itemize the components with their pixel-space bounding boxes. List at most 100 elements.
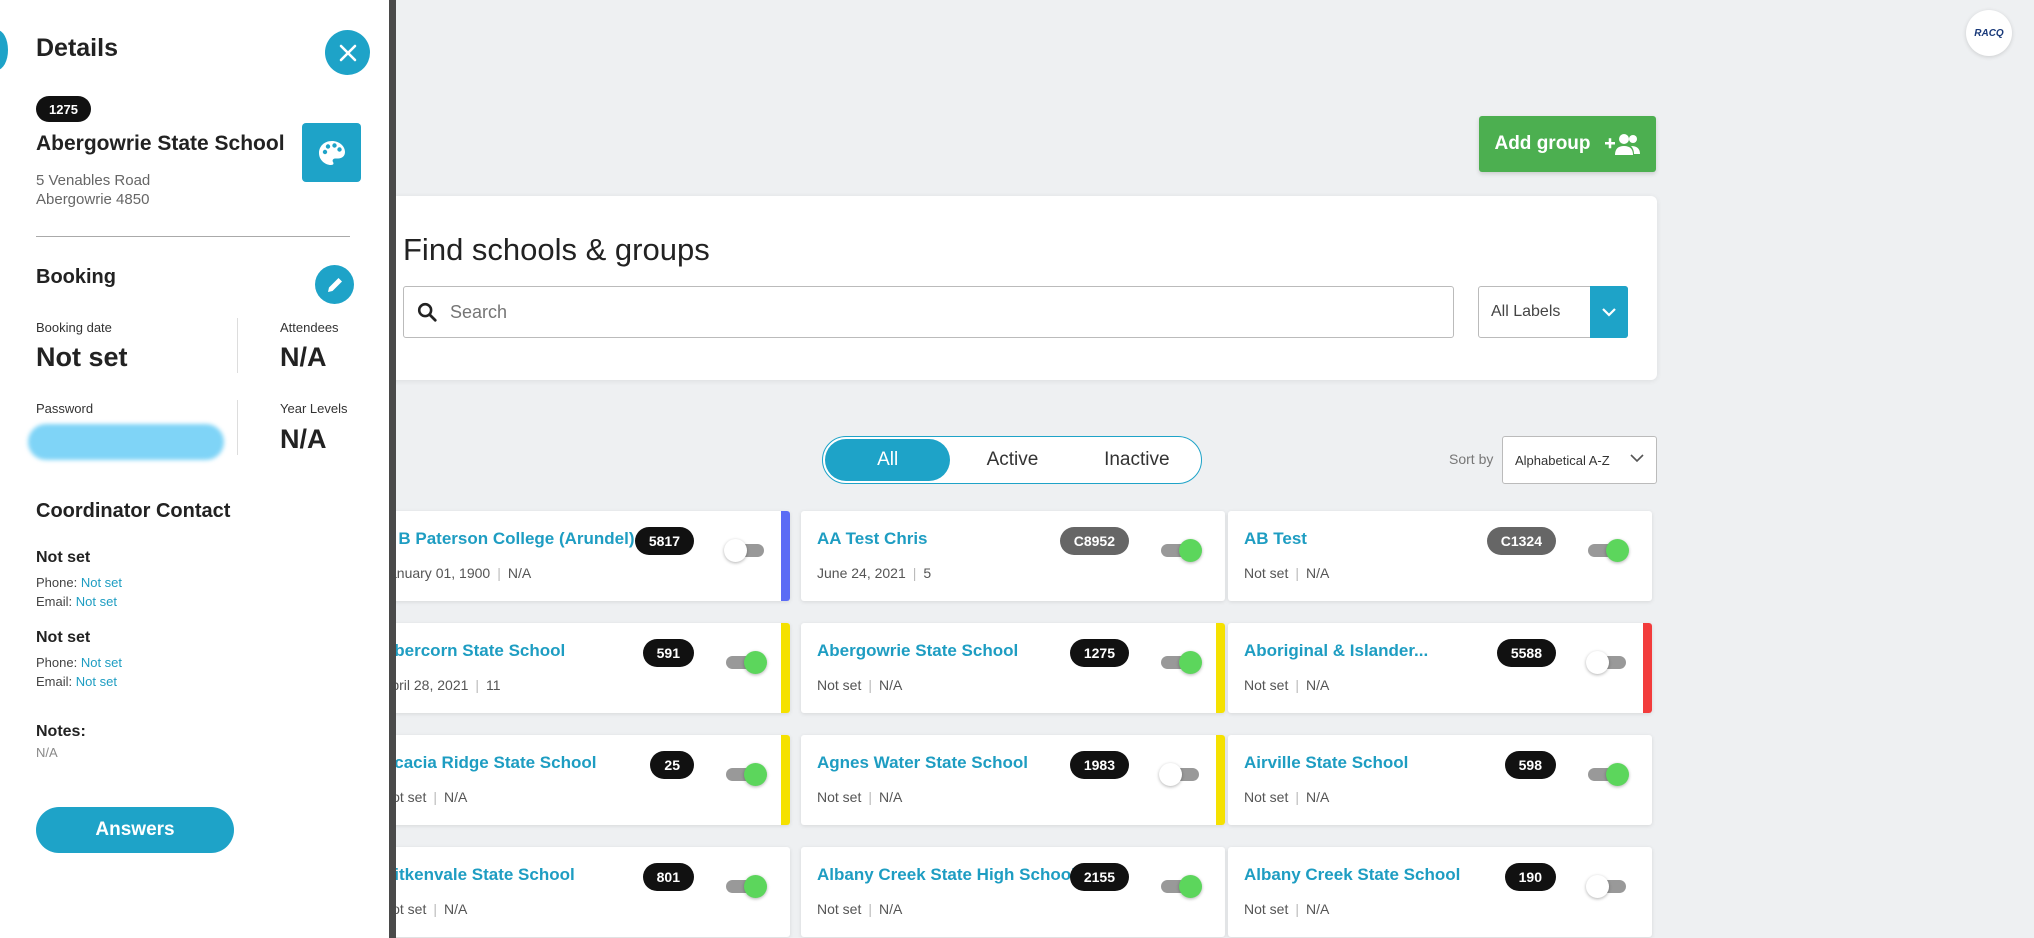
attendee-count: N/A <box>1306 677 1330 693</box>
email-link[interactable]: Not set <box>76 594 117 609</box>
address-line-2: Abergowrie 4850 <box>36 191 150 208</box>
school-card-meta: Not set | N/A <box>1244 789 1329 805</box>
school-card-name[interactable]: Aitkenvale State School <box>382 865 575 885</box>
label-color-stripe <box>781 511 790 601</box>
school-card-name[interactable]: Albany Creek State School <box>1244 865 1460 885</box>
email-link[interactable]: Not set <box>76 674 117 689</box>
separator: | <box>912 565 917 581</box>
password-label: Password <box>36 401 94 416</box>
school-id-badge: C8952 <box>1059 527 1129 555</box>
separator: | <box>1295 677 1299 693</box>
phone-link[interactable]: Not set <box>81 575 122 590</box>
racq-logo[interactable]: RACQ <box>1966 10 2012 56</box>
answers-button[interactable]: Answers <box>36 807 234 853</box>
logo-text: RACQ <box>1974 27 2004 39</box>
active-toggle[interactable] <box>1159 763 1199 786</box>
labels-dropdown[interactable]: All Labels <box>1478 285 1628 338</box>
school-card[interactable]: A B Paterson College (Arundel) January 01… <box>366 511 790 601</box>
sort-select[interactable]: Alphabetical A-Z <box>1502 436 1657 484</box>
search-input[interactable] <box>450 301 1350 323</box>
attendee-count: N/A <box>444 789 468 805</box>
active-toggle[interactable] <box>1586 875 1626 898</box>
search-icon <box>417 302 437 322</box>
search-field[interactable] <box>403 286 1454 338</box>
add-group-button[interactable]: Add group <box>1479 116 1656 172</box>
divider <box>237 318 238 373</box>
chevron-down-icon <box>1602 307 1616 317</box>
school-card-name[interactable]: Airville State School <box>1244 753 1408 773</box>
separator: | <box>1295 789 1299 805</box>
school-card-name[interactable]: Aboriginal & Islander... <box>1244 641 1428 661</box>
school-card[interactable]: AB Test Not set | N/A C1324 <box>1228 511 1652 601</box>
school-card-name[interactable]: A B Paterson College (Arundel) <box>382 529 635 549</box>
labels-dropdown-toggle[interactable] <box>1590 285 1628 338</box>
school-card-meta: Not set | N/A <box>1244 565 1329 581</box>
school-card-name[interactable]: Abergowrie State School <box>817 641 1018 661</box>
booking-date-value: Not set <box>36 342 128 372</box>
toggle-knob <box>1179 651 1202 674</box>
school-card[interactable]: Agnes Water State School Not set | N/A 1983 <box>801 735 1225 825</box>
active-toggle[interactable] <box>724 539 764 562</box>
school-id-badge: 25 <box>650 751 694 779</box>
address-line-1: 5 Venables Road <box>36 172 151 189</box>
school-card-meta: June 24, 2021 | 5 <box>817 565 931 581</box>
school-id-badge: 598 <box>1504 751 1556 779</box>
active-toggle[interactable] <box>1161 875 1202 898</box>
separator: | <box>868 901 872 917</box>
school-card-meta: April 28, 2021 | 11 <box>382 677 501 693</box>
booking-date-label: Booking date <box>36 320 112 335</box>
toggle-knob <box>1159 763 1182 786</box>
school-card-name[interactable]: Acacia Ridge State School <box>382 753 596 773</box>
school-card[interactable]: Albany Creek State High School Not set | N/… <box>801 847 1225 937</box>
phone-label: Phone: <box>36 655 78 670</box>
panel-edge-indicator <box>0 30 8 70</box>
contact-1-phone: Phone: Not set <box>36 575 122 590</box>
school-card-name[interactable]: Agnes Water State School <box>817 753 1028 773</box>
toggle-knob <box>744 763 767 786</box>
label-color-button[interactable] <box>302 123 361 182</box>
school-card-meta: Not set | N/A <box>1244 677 1329 693</box>
filter-inactive[interactable]: Inactive <box>1075 439 1199 481</box>
school-id-badge: 1275 <box>36 96 91 122</box>
school-id-badge: 2155 <box>1069 863 1129 891</box>
contact-2-name: Not set <box>36 629 91 646</box>
active-toggle[interactable] <box>1588 763 1629 786</box>
school-card[interactable]: Albany Creek State School Not set | N/A 190 <box>1228 847 1652 937</box>
active-toggle[interactable] <box>1161 651 1202 674</box>
active-toggle[interactable] <box>1588 539 1629 562</box>
booking-date: Not set <box>817 677 862 693</box>
edit-booking-button[interactable] <box>315 265 354 304</box>
school-id-badge: 190 <box>1504 863 1556 891</box>
active-toggle[interactable] <box>1161 539 1202 562</box>
school-card[interactable]: Abercorn State School April 28, 2021 | 11 59… <box>366 623 790 713</box>
school-card[interactable]: Abergowrie State School Not set | N/A 1275 <box>801 623 1225 713</box>
phone-link[interactable]: Not set <box>81 655 122 670</box>
email-label: Email: <box>36 594 73 609</box>
school-card-name[interactable]: AB Test <box>1244 529 1307 549</box>
school-card[interactable]: Aboriginal & Islander... Not set | N/A 5588 <box>1228 623 1652 713</box>
active-toggle[interactable] <box>726 651 767 674</box>
school-card-name[interactable]: Albany Creek State High School <box>817 865 1076 885</box>
filter-active[interactable]: Active <box>950 439 1074 481</box>
school-card-name[interactable]: AA Test Chris <box>817 529 928 549</box>
attendee-count: N/A <box>444 901 468 917</box>
school-card[interactable]: Airville State School Not set | N/A 598 <box>1228 735 1652 825</box>
label-color-stripe <box>1216 735 1225 825</box>
school-card[interactable]: Aitkenvale State School Not set | N/A 801 <box>366 847 790 937</box>
active-toggle[interactable] <box>1586 651 1626 674</box>
school-card-name[interactable]: Abercorn State School <box>382 641 565 661</box>
find-schools-card: Find schools & groups All Labels <box>390 196 1657 380</box>
school-id-badge: 5588 <box>1496 639 1556 667</box>
separator: | <box>475 677 480 693</box>
pencil-icon <box>327 277 342 292</box>
close-button[interactable] <box>325 30 370 75</box>
school-card-meta: January 01, 1900 | N/A <box>382 565 531 581</box>
active-toggle[interactable] <box>726 763 767 786</box>
contact-1-email: Email: Not set <box>36 594 117 609</box>
filter-all[interactable]: All <box>825 439 951 481</box>
active-toggle[interactable] <box>726 875 767 898</box>
school-card-meta: Not set | N/A <box>1244 901 1329 917</box>
school-card[interactable]: AA Test Chris June 24, 2021 | 5 C8952 <box>801 511 1225 601</box>
status-filter: All Active Inactive <box>822 436 1202 484</box>
school-card[interactable]: Acacia Ridge State School Not set | N/A 25 <box>366 735 790 825</box>
